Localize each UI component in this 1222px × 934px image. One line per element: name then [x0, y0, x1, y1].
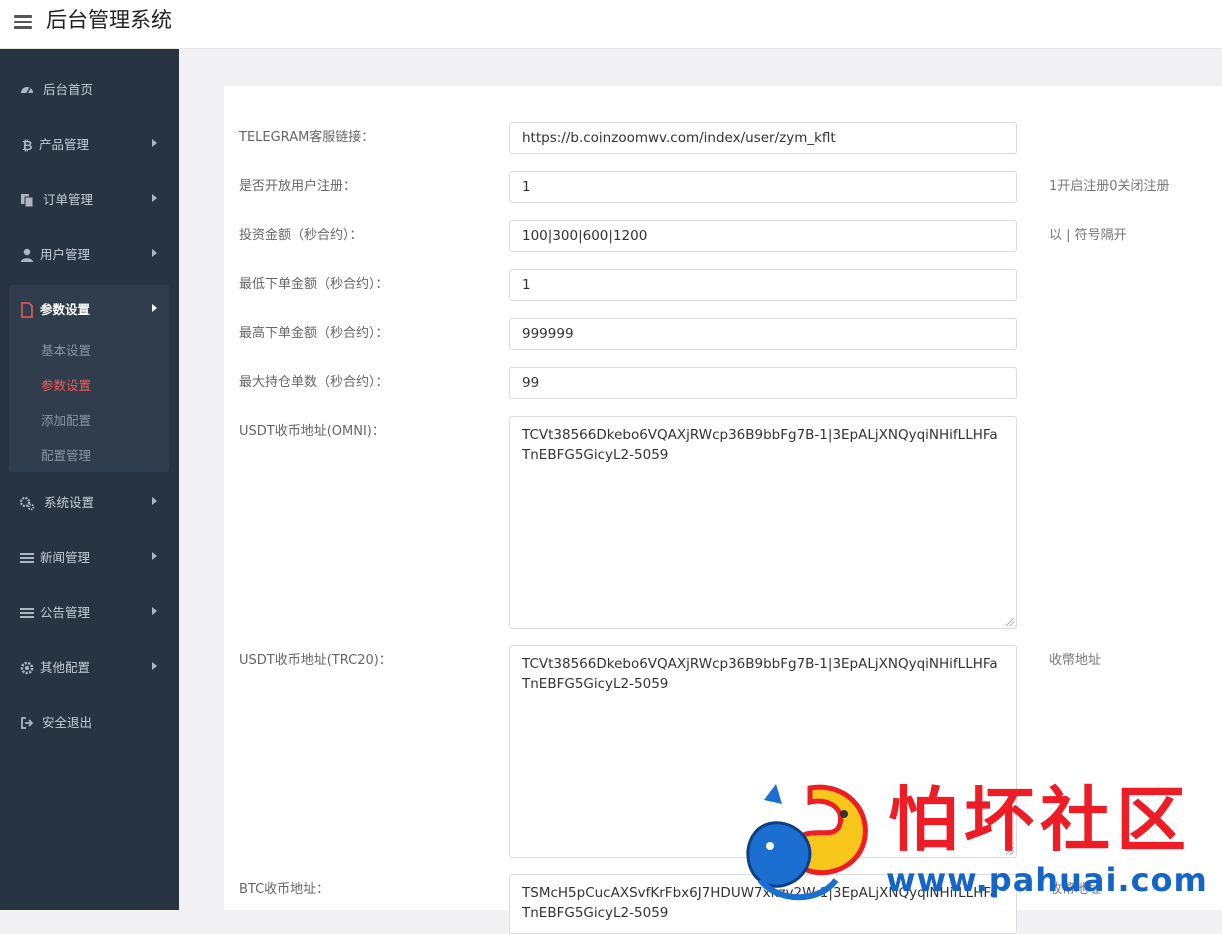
copy-icon — [21, 194, 34, 208]
user-icon — [21, 248, 33, 262]
resize-handle-icon[interactable] — [1006, 618, 1014, 626]
field-label-max-order: 最高下单金额（秒合约）： — [239, 326, 389, 341]
sidebar-item-label: 参数设置 — [40, 302, 91, 317]
sidebar-item-label: 新闻管理 — [40, 550, 91, 565]
list-icon — [20, 553, 34, 563]
svg-text:₿: ₿ — [22, 139, 33, 153]
sidebar-item-label: 用户管理 — [40, 247, 91, 262]
chevron-right-icon — [152, 552, 157, 560]
field-label-usdt-omni: USDT收币地址(OMNI)： — [239, 424, 385, 439]
field-label-min-order: 最低下单金额（秒合约）： — [239, 277, 389, 292]
field-label-btc: BTC收币地址： — [239, 882, 330, 897]
chevron-right-icon — [152, 662, 157, 670]
sidebar-item-label: 系统设置 — [44, 495, 95, 510]
watermark: 怕坏社区 www.pahuai.com — [740, 778, 1222, 910]
dashboard-icon — [21, 87, 33, 94]
gears-icon — [19, 496, 35, 511]
subitem-basic-settings[interactable]: 基本设置 — [41, 343, 91, 359]
file-icon — [21, 302, 33, 318]
menu-toggle-icon[interactable] — [14, 12, 32, 30]
sidebar-item-label: 其他配置 — [40, 660, 91, 675]
max-order-input[interactable]: 999999 — [509, 318, 1017, 350]
field-label-max-positions: 最大持仓单数（秒合约）： — [239, 375, 389, 390]
min-order-input[interactable]: 1 — [509, 269, 1017, 301]
registration-open-input[interactable]: 1 — [509, 171, 1017, 203]
field-hint-invest-amount: 以 | 符号隔开 — [1049, 228, 1127, 243]
subitem-config-manage[interactable]: 配置管理 — [41, 448, 91, 464]
sidebar-item-announcements[interactable]: 公告管理 — [0, 593, 179, 633]
chevron-right-icon — [152, 607, 157, 615]
sidebar-item-other-config[interactable]: 其他配置 — [0, 648, 179, 688]
chevron-right-icon — [152, 139, 157, 147]
sidebar-item-params[interactable]: 参数设置 — [0, 290, 179, 330]
chevron-right-icon — [152, 304, 157, 312]
subitem-param-settings[interactable]: 参数设置 — [41, 378, 91, 394]
field-hint-registration: 1开启注册0关闭注册 — [1049, 179, 1170, 194]
telegram-link-input[interactable]: https://b.coinzoomwv.com/index/user/zym_… — [509, 122, 1017, 154]
sidebar-item-logout[interactable]: 安全退出 — [0, 703, 179, 743]
subitem-add-config[interactable]: 添加配置 — [41, 413, 91, 429]
field-hint-usdt-trc20: 收幣地址 — [1049, 653, 1102, 668]
sidebar-item-label: 后台首页 — [43, 82, 94, 97]
sidebar-item-system[interactable]: 系统设置 — [0, 483, 179, 523]
sidebar-item-label: 安全退出 — [42, 715, 93, 730]
list-icon — [20, 608, 34, 618]
chevron-right-icon — [152, 249, 157, 257]
sidebar-item-home[interactable]: 后台首页 — [0, 70, 179, 110]
field-label-telegram: TELEGRAM客服链接： — [239, 130, 375, 145]
sidebar-item-orders[interactable]: 订单管理 — [0, 180, 179, 220]
sidebar-item-users[interactable]: 用户管理 — [0, 235, 179, 275]
sidebar-item-news[interactable]: 新闻管理 — [0, 538, 179, 578]
textarea-value: TCVt38566Dkebo6VQAXjRWcp36B9bbFg7B-1|3Ep… — [522, 656, 998, 692]
watermark-url: www.pahuai.com — [886, 861, 1208, 899]
chevron-right-icon — [152, 194, 157, 202]
field-label-registration: 是否开放用户注册： — [239, 179, 357, 194]
sidebar-item-products[interactable]: ₿ 产品管理 — [0, 125, 179, 165]
signout-icon — [21, 717, 34, 729]
bitcoin-icon: ₿ — [22, 139, 33, 153]
watermark-text: 怕坏社区 — [888, 778, 1192, 861]
usdt-omni-address-textarea[interactable]: TCVt38566Dkebo6VQAXjRWcp36B9bbFg7B-1|3Ep… — [509, 416, 1017, 629]
sidebar-item-label: 公告管理 — [40, 605, 91, 620]
textarea-value: TCVt38566Dkebo6VQAXjRWcp36B9bbFg7B-1|3Ep… — [522, 427, 998, 463]
top-bar: 后台管理系统 — [0, 0, 1222, 49]
max-positions-input[interactable]: 99 — [509, 367, 1017, 399]
field-label-invest-amount: 投资金额（秒合约）： — [239, 228, 363, 243]
chevron-right-icon — [152, 497, 157, 505]
gear-icon — [20, 661, 34, 675]
invest-amount-input[interactable]: 100|300|600|1200 — [509, 220, 1017, 252]
fish-logo-icon — [746, 784, 868, 901]
sidebar: 后台首页 ₿ 产品管理 订单管理 用户管理 参数设置 基本设置 参数设置 添加配… — [0, 49, 179, 910]
app-title: 后台管理系统 — [46, 8, 172, 32]
sidebar-item-label: 订单管理 — [43, 192, 94, 207]
sidebar-item-label: 产品管理 — [39, 137, 90, 152]
field-label-usdt-trc20: USDT收币地址(TRC20)： — [239, 653, 392, 668]
